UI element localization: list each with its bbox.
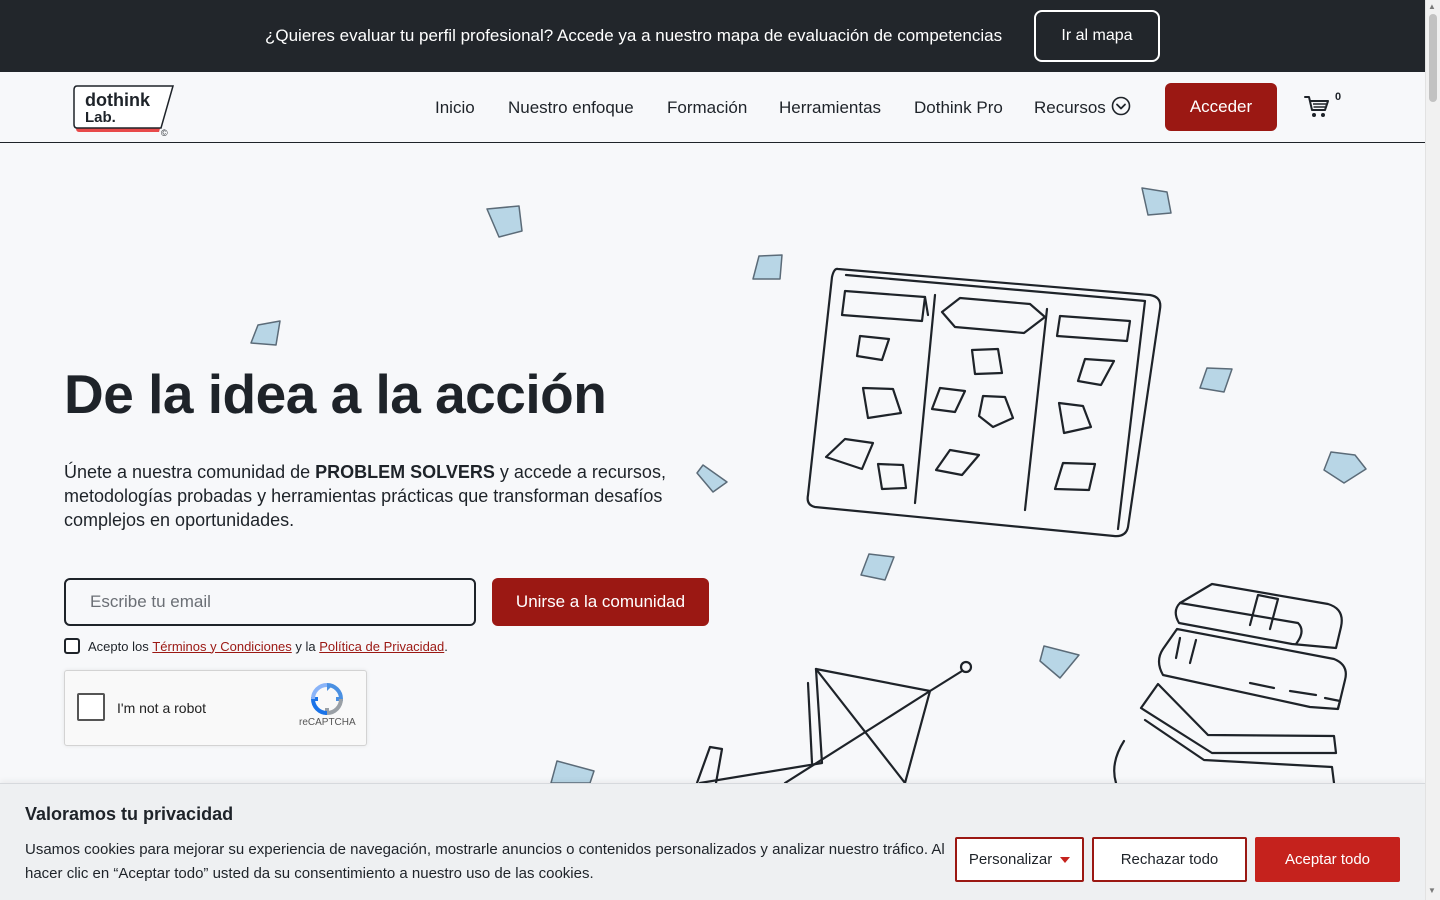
map-button[interactable]: Ir al mapa [1034, 10, 1160, 62]
nav-recursos[interactable]: Recursos [1034, 98, 1106, 118]
terms-text: Acepto los [88, 638, 149, 654]
customize-label: Personalizar [968, 851, 1053, 868]
nav-formacion[interactable]: Formación [667, 98, 747, 118]
cookie-accept-button[interactable]: Aceptar todo [1255, 837, 1400, 882]
promo-bar: ¿Quieres evaluar tu perfil profesional? … [0, 0, 1425, 72]
caret-down-icon [1060, 856, 1071, 863]
terms-consent: Acepto los Términos y Condiciones y la P… [64, 638, 448, 654]
cookie-banner: Valoramos tu privacidad Usamos cookies p… [0, 783, 1425, 900]
books-drawing [1113, 582, 1347, 783]
terms-checkbox[interactable] [64, 638, 80, 654]
logo-registered-mark: © [161, 128, 168, 136]
terms-text: . [444, 638, 448, 654]
hero-subtitle: Únete a nuestra comunidad de PROBLEM SOL… [64, 460, 724, 532]
hero-subtitle-emphasis: PROBLEM SOLVERS [315, 462, 495, 482]
cookie-customize-button[interactable]: Personalizar [955, 837, 1084, 882]
email-input[interactable] [64, 578, 476, 626]
privacy-link[interactable]: Política de Privacidad [319, 639, 444, 654]
logo-text-sub: Lab. [85, 109, 116, 126]
recaptcha-icon [310, 683, 344, 716]
site-header: dothink Lab. © Inicio Nuestro enfoque Fo… [0, 72, 1425, 143]
chevron-down-icon[interactable] [1111, 96, 1131, 116]
join-community-button[interactable]: Unirse a la comunidad [492, 578, 709, 626]
hero-subtitle-part: Únete a nuestra comunidad de [64, 462, 316, 482]
recaptcha-widget: I'm not a robot reCAPTCHA [64, 670, 367, 746]
terms-link[interactable]: Términos y Condiciones [152, 639, 291, 654]
scrollbar-thumb[interactable] [1429, 14, 1437, 102]
nav-nuestro-enfoque[interactable]: Nuestro enfoque [508, 98, 634, 118]
cart-count-badge: 0 [1335, 91, 1342, 103]
nav-dothink-pro[interactable]: Dothink Pro [914, 98, 1003, 118]
nav-herramientas[interactable]: Herramientas [779, 98, 881, 118]
scroll-up-arrow-icon[interactable]: ▲ [1428, 2, 1436, 11]
logo-text-main: dothink [85, 90, 151, 110]
recaptcha-label: I'm not a robot [117, 700, 207, 716]
hero-title: De la idea a la acción [64, 363, 607, 425]
recaptcha-brand: reCAPTCHA [299, 717, 356, 728]
dothink-logo[interactable]: dothink Lab. © [73, 82, 177, 136]
cookie-title: Valoramos tu privacidad [25, 804, 234, 824]
nav-inicio[interactable]: Inicio [435, 98, 475, 118]
cookie-text: Usamos cookies para mejorar su experienc… [25, 841, 945, 882]
terms-text: y la [291, 638, 320, 654]
recaptcha-checkbox[interactable] [77, 693, 105, 721]
page-scrollbar[interactable] [1425, 0, 1440, 900]
kanban-board-drawing [806, 267, 1162, 538]
cart-icon[interactable] [1304, 95, 1330, 119]
scroll-down-arrow-icon[interactable]: ▼ [1428, 886, 1436, 895]
promo-text: ¿Quieres evaluar tu perfil profesional? … [265, 26, 1003, 45]
login-button[interactable]: Acceder [1165, 83, 1277, 131]
paper-plane-drawing [695, 660, 973, 783]
cookie-reject-button[interactable]: Rechazar todo [1092, 837, 1247, 882]
